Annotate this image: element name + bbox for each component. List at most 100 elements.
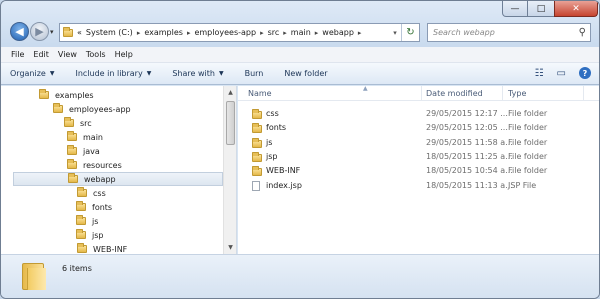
folder-icon [68, 173, 78, 183]
preview-pane-icon[interactable]: ▭ [557, 68, 566, 79]
tree-item-employees-app[interactable]: employees-app [53, 102, 131, 116]
tree-item-src[interactable]: src [64, 116, 92, 130]
refresh-icon: ↻ [406, 27, 415, 38]
back-button[interactable]: ◀ [10, 22, 29, 41]
title-bar: — □ ✕ ◀ ▶ ▾ « System (C:) ▸ examples ▸ emplo… [1, 1, 599, 47]
breadcrumb-separator-icon[interactable]: ▸ [358, 29, 362, 37]
file-date-modified: 18/05/2015 11:25 a... [426, 151, 513, 161]
scroll-up-icon[interactable]: ▲ [224, 86, 236, 99]
command-label: Organize [10, 69, 46, 78]
file-name: css [266, 109, 279, 118]
menu-view[interactable]: View [58, 50, 77, 59]
file-name: jsp [266, 151, 278, 161]
file-date-modified: 18/05/2015 10:54 a... [426, 166, 513, 176]
breadcrumb-item[interactable]: webapp [322, 28, 354, 37]
breadcrumb-separator-icon[interactable]: ▸ [187, 29, 191, 37]
organize-button[interactable]: Organize ▼ [10, 69, 54, 78]
search-icon[interactable]: ⚲ [579, 27, 586, 38]
tree-item-label: examples [55, 90, 94, 100]
column-divider[interactable] [583, 86, 584, 100]
address-bar[interactable]: « System (C:) ▸ examples ▸ employees-app ▸ src… [59, 23, 420, 42]
file-date-modified: 29/05/2015 12:05 ... [426, 123, 508, 133]
menu-help[interactable]: Help [115, 50, 133, 59]
folder-icon [76, 201, 86, 211]
tree-item-label: webapp [84, 174, 116, 184]
file-row[interactable]: js 29/05/2015 11:58 a... File folder [252, 136, 592, 150]
tree-item-webapp[interactable]: webapp [13, 172, 223, 186]
command-label: Include in library [75, 69, 143, 78]
file-row[interactable]: index.jsp 18/05/2015 11:13 a... JSP File [252, 179, 592, 193]
file-icon [252, 180, 260, 191]
scroll-down-icon[interactable]: ▼ [224, 241, 236, 254]
refresh-button[interactable]: ↻ [401, 24, 419, 41]
tree-item-css[interactable]: css [77, 186, 106, 200]
command-label: Share with [172, 69, 215, 78]
breadcrumb-item[interactable]: System (C:) [86, 28, 133, 37]
tree-item-java[interactable]: java [67, 144, 100, 158]
dropdown-arrow-icon: ▼ [49, 70, 55, 77]
tree-item-js[interactable]: js [76, 214, 98, 228]
file-list: Name ▲ Date modified Type css 29/05/2015 … [238, 85, 599, 254]
help-icon[interactable]: ? [579, 67, 591, 79]
file-type: File folder [508, 137, 548, 147]
burn-button[interactable]: Burn [245, 69, 264, 78]
breadcrumb-item[interactable]: examples [144, 28, 183, 37]
include-in-library-button[interactable]: Include in library ▼ [75, 69, 151, 78]
menu-tools[interactable]: Tools [86, 50, 106, 59]
tree-item-label: fonts [92, 202, 113, 212]
breadcrumb-overflow[interactable]: « [77, 28, 82, 37]
tree-item-resources[interactable]: resources [67, 158, 122, 172]
minimize-button[interactable]: — [502, 1, 528, 17]
menu-edit[interactable]: Edit [33, 50, 49, 59]
tree-item-main[interactable]: main [67, 130, 103, 144]
folder-icon [252, 137, 262, 148]
recent-pages-dropdown[interactable]: ▾ [50, 28, 54, 36]
file-row[interactable]: css 29/05/2015 12:17 ... File folder [252, 107, 592, 121]
breadcrumb-separator-icon[interactable]: ▸ [137, 29, 141, 37]
window-controls: — □ ✕ [502, 1, 598, 17]
tree-item-examples[interactable]: examples [39, 88, 94, 102]
search-input[interactable] [433, 28, 573, 37]
breadcrumb-item[interactable]: employees-app [194, 28, 256, 37]
back-arrow-icon: ◀ [15, 25, 24, 38]
tree-item-jsp[interactable]: jsp [76, 228, 103, 242]
file-type: File folder [508, 151, 548, 161]
folder-icon [76, 229, 86, 239]
menu-file[interactable]: File [11, 50, 24, 59]
breadcrumb-separator-icon[interactable]: ▸ [283, 29, 287, 37]
column-headers: Name ▲ Date modified Type [238, 85, 599, 101]
breadcrumb-item[interactable]: main [291, 28, 311, 37]
search-box[interactable]: ⚲ [427, 23, 591, 42]
nav-scrollbar[interactable]: ▲ ▼ [223, 86, 236, 254]
tree-item-fonts[interactable]: fonts [76, 200, 112, 214]
maximize-button[interactable]: □ [528, 1, 554, 17]
file-type: File folder [508, 166, 548, 176]
tree-item-label: css [93, 188, 106, 198]
navigation-pane: ▲ ▼ examples employees-app src main java reso… [1, 86, 237, 254]
column-divider[interactable] [421, 86, 422, 100]
command-label: Burn [244, 69, 264, 78]
scroll-thumb[interactable] [226, 101, 235, 145]
file-row[interactable]: WEB-INF 18/05/2015 10:54 a... File folder [252, 164, 592, 178]
sort-arrow-icon: ▲ [363, 85, 368, 92]
change-view-icon[interactable]: ☷ [535, 68, 544, 79]
file-row[interactable]: jsp 18/05/2015 11:25 a... File folder [252, 150, 592, 164]
breadcrumb-separator-icon[interactable]: ▸ [315, 29, 319, 37]
tree-item-web-inf[interactable]: WEB-INF [77, 242, 127, 254]
close-button[interactable]: ✕ [554, 1, 598, 17]
forward-button[interactable]: ▶ [30, 22, 49, 41]
tree-item-label: main [83, 132, 103, 142]
column-divider[interactable] [502, 86, 503, 100]
column-type[interactable]: Type [508, 89, 526, 98]
share-with-button[interactable]: Share with ▼ [172, 69, 223, 78]
folder-icon [252, 166, 262, 177]
breadcrumb-item[interactable]: src [268, 28, 280, 37]
column-name[interactable]: Name [248, 89, 272, 98]
column-date-modified[interactable]: Date modified [426, 89, 483, 98]
address-history-dropdown[interactable]: ▾ [390, 24, 400, 41]
tree-item-label: src [80, 118, 92, 128]
file-row[interactable]: fonts 29/05/2015 12:05 ... File folder [252, 121, 592, 135]
breadcrumb-separator-icon[interactable]: ▸ [260, 29, 264, 37]
file-date-modified: 29/05/2015 12:17 ... [426, 109, 508, 118]
new-folder-button[interactable]: New folder [284, 69, 327, 78]
